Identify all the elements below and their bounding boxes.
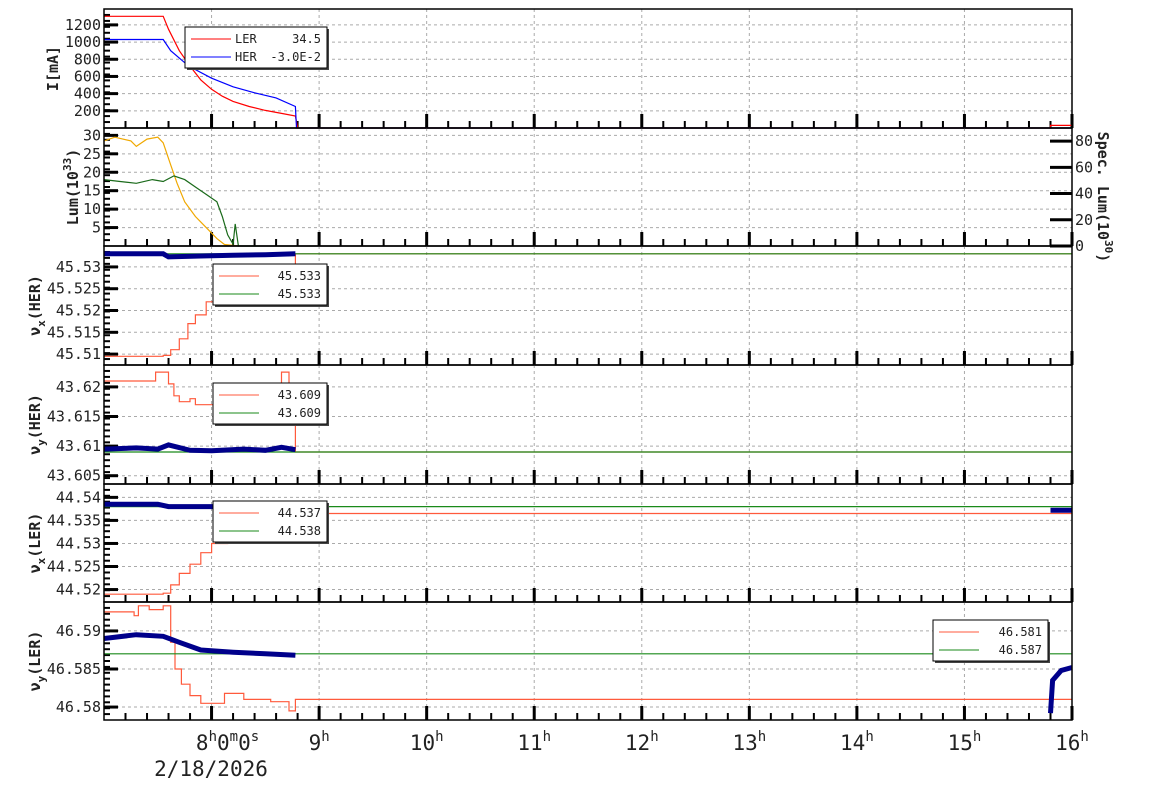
legend-value: -3.0E-2 — [270, 50, 321, 64]
right-tick-label: 20 — [1075, 211, 1093, 229]
y-tick-label: 45.53 — [56, 258, 101, 276]
y-tick-label: 1000 — [65, 33, 101, 51]
y-tick-label: 5 — [92, 219, 101, 237]
y-tick-label: 46.585 — [47, 660, 101, 678]
panel-0: 20040060080010001200I[mA] LER 34.5 HER -3.0E… — [44, 8, 1074, 129]
x-date-label: 2/18/2026 — [154, 757, 268, 781]
y-tick-label: 43.605 — [47, 467, 101, 485]
y-axis-label: νy(HER) — [26, 394, 48, 455]
right-tick-label: 0 — [1075, 237, 1084, 255]
panel-frame — [103, 127, 1073, 247]
y-axis-label: νy(LER) — [26, 631, 48, 692]
series-meas — [103, 632, 296, 658]
x-tick-label: 8h0m0s — [196, 729, 259, 755]
panel-frame — [103, 601, 1073, 721]
legend-value: 43.609 — [278, 388, 321, 402]
y-tick-label: 45.525 — [47, 280, 101, 298]
y-tick-label: 46.58 — [56, 698, 101, 716]
y-tick-label: 45.52 — [56, 302, 101, 320]
y-axis-label: I[mA] — [44, 46, 62, 91]
legend-value: 44.537 — [278, 506, 321, 520]
y-tick-label: 800 — [74, 50, 101, 68]
y-tick-label: 1200 — [65, 16, 101, 34]
x-tick-label: 11h — [517, 729, 551, 755]
tune-monitor-chart: 20040060080010001200I[mA]LER 34.5HER -3.0E… — [26, 8, 1115, 781]
y-tick-label: 20 — [83, 163, 101, 181]
y-axis-label: νx(HER) — [26, 275, 48, 336]
x-tick-label: 14h — [840, 729, 874, 755]
y-tick-label: 45.515 — [47, 323, 101, 341]
x-tick-label: 13h — [732, 729, 766, 755]
y-tick-label: 43.62 — [56, 378, 101, 396]
y-tick-label: 200 — [74, 102, 101, 120]
x-tick-label: 9h — [309, 729, 330, 755]
panel-1: 51015202530Lum(1033)020406080 Spec. Lum(1… — [61, 126, 1115, 262]
legend-value: 46.587 — [999, 643, 1042, 657]
y-tick-label: 25 — [83, 145, 101, 163]
series-meas — [104, 251, 296, 260]
legend-label: LER — [235, 32, 257, 46]
y-tick-label: 43.61 — [56, 437, 101, 455]
panel-4: 44.52 44.525 44.53 44.535 44.54 νx(LER) 44.537… — [26, 483, 1074, 603]
y-tick-label: 44.53 — [56, 534, 101, 552]
legend-value: 45.533 — [278, 287, 321, 301]
y-tick-label: 44.52 — [56, 581, 101, 599]
y-tick-label: 30 — [83, 126, 101, 144]
y-tick-label: 44.525 — [47, 558, 101, 576]
x-tick-label: 12h — [625, 729, 659, 755]
y-tick-label: 45.51 — [56, 345, 101, 363]
series-meas-late — [1048, 665, 1073, 714]
legend-label: HER — [235, 50, 257, 64]
y-tick-label: 44.54 — [56, 488, 101, 506]
x-tick-label: 15h — [948, 729, 982, 755]
x-tick-label: 16h — [1055, 729, 1089, 755]
panel-5: 46.58 46.585 46.59 νy(LER) 46.581 46.587 — [26, 601, 1074, 721]
x-tick-label: 10h — [410, 729, 444, 755]
y-tick-label: 10 — [83, 200, 101, 218]
y-tick-label: 46.59 — [56, 622, 101, 640]
y-axis-label: Lum(1033) — [61, 149, 82, 225]
y-tick-label: 43.615 — [47, 408, 101, 426]
legend-value: 34.5 — [292, 32, 321, 46]
y-tick-label: 400 — [74, 85, 101, 103]
legend-value: 43.609 — [278, 406, 321, 420]
legend-value: 46.581 — [999, 625, 1042, 639]
right-tick-label: 60 — [1075, 158, 1093, 176]
right-tick-label: 80 — [1075, 132, 1093, 150]
y-tick-label: 15 — [83, 182, 101, 200]
y-axis-label: νx(LER) — [26, 513, 48, 574]
legend-value: 45.533 — [278, 269, 321, 283]
right-tick-label: 40 — [1075, 185, 1093, 203]
legend-value: 44.538 — [278, 524, 321, 538]
y-tick-label: 44.535 — [47, 511, 101, 529]
panel-2: 45.51 45.515 45.52 45.525 45.53 νx(HER) 45.533… — [26, 245, 1074, 366]
series-HER Lum — [103, 175, 260, 247]
right-axis-label: Spec. Lum(1030) — [1094, 132, 1115, 263]
panel-3: 43.605 43.61 43.615 43.62 νy(HER) 43.609 43.60… — [26, 364, 1074, 485]
y-tick-label: 600 — [74, 67, 101, 85]
series-set — [104, 605, 1072, 712]
